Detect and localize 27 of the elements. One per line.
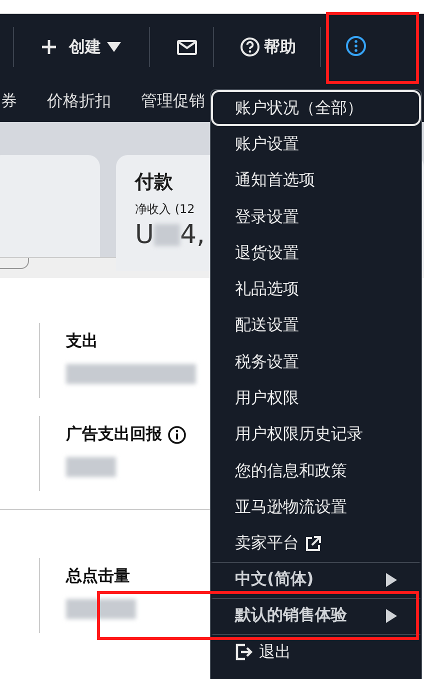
- menu-item[interactable]: 亚马逊物流设置: [211, 489, 421, 526]
- card-title: 付款: [135, 170, 173, 195]
- menu-item[interactable]: 用户权限历史记录: [211, 416, 421, 453]
- menu-item[interactable]: 账户设置: [211, 126, 421, 163]
- help-button[interactable]: 帮助: [240, 36, 296, 58]
- menu-item[interactable]: 用户权限: [211, 380, 421, 417]
- amount-start: U: [135, 220, 154, 250]
- subnav-link[interactable]: 价格折扣: [47, 90, 111, 112]
- menu-item[interactable]: 通知首选项: [211, 162, 421, 199]
- menu-item[interactable]: 您的信息和政策: [211, 452, 421, 490]
- menu-item[interactable]: 礼品选项: [211, 271, 421, 308]
- menu-item[interactable]: 退货设置: [211, 235, 421, 272]
- metric-label: 支出: [66, 331, 98, 352]
- create-button[interactable]: 创建: [41, 36, 121, 58]
- menu-item[interactable]: 配送设置: [211, 308, 421, 344]
- menu-item[interactable]: 账户状况（全部）: [211, 90, 421, 126]
- menu-item[interactable]: 默认的销售体验: [211, 598, 421, 634]
- subnav-link[interactable]: 管理促销: [141, 90, 205, 112]
- subnav-link[interactable]: 券: [1, 90, 17, 112]
- menu-item[interactable]: 卖家平台: [211, 526, 421, 562]
- metric-label: 总点击量: [66, 566, 130, 587]
- menu-item[interactable]: 退出: [211, 634, 421, 671]
- menu-item[interactable]: 登录设置: [211, 198, 421, 236]
- metric-label: 广告支出回报: [66, 424, 162, 445]
- menu-item[interactable]: 税务设置: [211, 344, 421, 380]
- amount-end: 4,: [180, 220, 205, 250]
- card-subtitle: 净收入 (12: [135, 201, 195, 218]
